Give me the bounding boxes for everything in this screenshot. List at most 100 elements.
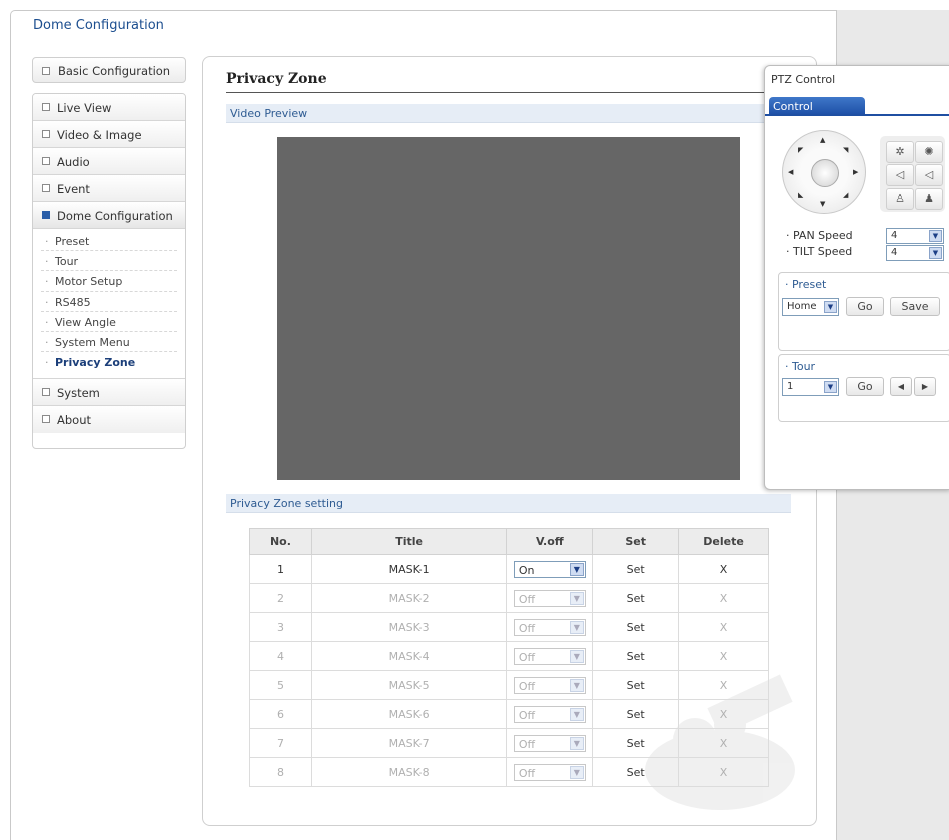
submenu-item-system-menu[interactable]: · System Menu: [41, 332, 177, 353]
row-voff-cell: Off ▼: [506, 757, 594, 787]
submenu-item-tour[interactable]: · Tour: [41, 251, 177, 272]
table-header-row: No. Title V.off Set Delete: [249, 528, 769, 555]
set-button[interactable]: Set: [592, 612, 680, 642]
submenu-item-preset[interactable]: · Preset: [41, 231, 177, 252]
voff-value: Off: [518, 766, 536, 780]
expand-icon: [42, 415, 50, 424]
submenu-item-privacy-zone[interactable]: · Privacy Zone: [41, 352, 177, 372]
preset-save-button[interactable]: Save: [890, 297, 940, 316]
pan-speed-select[interactable]: 4 ▼: [886, 228, 944, 244]
tour-value: 1: [787, 381, 794, 392]
delete-button[interactable]: X: [678, 757, 769, 787]
preset-select[interactable]: Home ▼: [782, 298, 839, 316]
title-divider: [226, 92, 791, 93]
voff-select[interactable]: Off ▼: [513, 763, 586, 781]
submenu: · Preset · Tour · Motor Setup · RS485 · View …: [33, 229, 185, 380]
delete-button[interactable]: X: [678, 612, 769, 642]
pan-down-icon[interactable]: ▼: [820, 200, 825, 208]
sidebar-item-basic-configuration[interactable]: Basic Configuration: [32, 57, 186, 83]
delete-button[interactable]: X: [678, 583, 769, 613]
row-no: 6: [249, 699, 312, 729]
pan-speed-value: 4: [891, 230, 898, 241]
voff-value: Off: [518, 737, 536, 751]
expand-icon: [42, 130, 50, 138]
tour-label: · Tour: [785, 360, 816, 373]
video-preview-bar: Video Preview: [226, 104, 791, 123]
zoom-in-icon[interactable]: ◁: [886, 164, 914, 186]
set-button[interactable]: Set: [592, 554, 680, 584]
sidebar-item-video-image[interactable]: Video & Image: [33, 121, 185, 148]
header-frame: Dome Configuration: [10, 10, 837, 40]
pan-down-left-icon[interactable]: ◣: [798, 191, 803, 199]
row-no: 8: [249, 757, 312, 787]
voff-select[interactable]: Off ▼: [513, 589, 586, 607]
set-button[interactable]: Set: [592, 583, 680, 613]
tab-label: Control: [773, 100, 813, 113]
voff-select[interactable]: Off ▼: [513, 705, 586, 723]
row-title: MASK-7: [310, 728, 508, 758]
preset-go-button[interactable]: Go: [846, 297, 884, 316]
sidebar-item-live-view[interactable]: Live View: [33, 94, 185, 121]
focus-near-icon[interactable]: ✲: [886, 141, 914, 163]
row-voff-cell: On ▼: [506, 554, 594, 584]
set-button[interactable]: Set: [592, 641, 680, 671]
bullet-icon: ·: [45, 295, 49, 309]
voff-select[interactable]: Off ▼: [513, 647, 586, 665]
delete-button[interactable]: X: [678, 641, 769, 671]
voff-select[interactable]: On ▼: [513, 560, 586, 578]
delete-button[interactable]: X: [678, 728, 769, 758]
table-row: 3 MASK-3 Off ▼ Set X: [249, 612, 769, 642]
iris-close-icon[interactable]: ♟: [915, 188, 943, 210]
voff-value: Off: [518, 708, 536, 722]
voff-value: Off: [518, 592, 536, 606]
submenu-item-view-angle[interactable]: · View Angle: [41, 312, 177, 332]
chevron-down-icon: ▼: [824, 301, 837, 313]
submenu-label: RS485: [55, 295, 91, 309]
privacy-zone-setting-bar: Privacy Zone setting: [226, 494, 791, 513]
tour-select[interactable]: 1 ▼: [782, 378, 839, 396]
submenu-item-motor-setup[interactable]: · Motor Setup: [41, 271, 177, 292]
chevron-down-icon: ▼: [569, 620, 584, 634]
row-title: MASK-3: [310, 612, 508, 642]
chevron-down-icon: ▼: [569, 765, 584, 779]
pan-up-right-icon[interactable]: ◥: [843, 146, 848, 154]
submenu-item-rs485[interactable]: · RS485: [41, 292, 177, 312]
delete-button[interactable]: X: [678, 670, 769, 700]
voff-value: Off: [518, 621, 536, 635]
pan-right-icon[interactable]: ▶: [853, 168, 858, 176]
sidebar-item-system[interactable]: System: [33, 379, 185, 407]
pan-up-left-icon[interactable]: ◤: [798, 146, 803, 154]
expand-icon: [42, 67, 50, 75]
voff-select[interactable]: Off ▼: [513, 618, 586, 636]
chevron-down-icon: ▼: [569, 707, 584, 721]
delete-button[interactable]: X: [678, 699, 769, 729]
zoom-out-icon[interactable]: ◁: [915, 164, 943, 186]
tour-next-icon[interactable]: ▶: [914, 377, 936, 396]
delete-button[interactable]: X: [678, 554, 769, 584]
sidebar-item-dome-configuration[interactable]: Dome Configuration: [33, 202, 185, 229]
video-preview[interactable]: [277, 137, 740, 480]
tour-previous-icon[interactable]: ◀: [890, 377, 912, 396]
sidebar-item-audio[interactable]: Audio: [33, 148, 185, 175]
tour-go-button[interactable]: Go: [846, 377, 884, 396]
tilt-speed-value: 4: [891, 247, 898, 258]
voff-select[interactable]: Off ▼: [513, 676, 586, 694]
voff-value: On: [518, 563, 535, 577]
pan-left-icon[interactable]: ◀: [788, 168, 793, 176]
home-center-icon[interactable]: [811, 159, 839, 187]
voff-value: Off: [518, 650, 536, 664]
tilt-speed-select[interactable]: 4 ▼: [886, 245, 944, 261]
focus-far-icon[interactable]: ✺: [915, 141, 943, 163]
set-button[interactable]: Set: [592, 757, 680, 787]
sidebar-item-label: Event: [57, 182, 90, 196]
pan-up-icon[interactable]: ▲: [820, 136, 825, 144]
tab-control[interactable]: Control: [769, 97, 865, 115]
voff-select[interactable]: Off ▼: [513, 734, 586, 752]
set-button[interactable]: Set: [592, 670, 680, 700]
sidebar-item-event[interactable]: Event: [33, 175, 185, 202]
iris-open-icon[interactable]: ♙: [886, 188, 914, 210]
set-button[interactable]: Set: [592, 728, 680, 758]
pan-down-right-icon[interactable]: ◢: [843, 191, 848, 199]
set-button[interactable]: Set: [592, 699, 680, 729]
sidebar-item-about[interactable]: About: [33, 406, 185, 434]
